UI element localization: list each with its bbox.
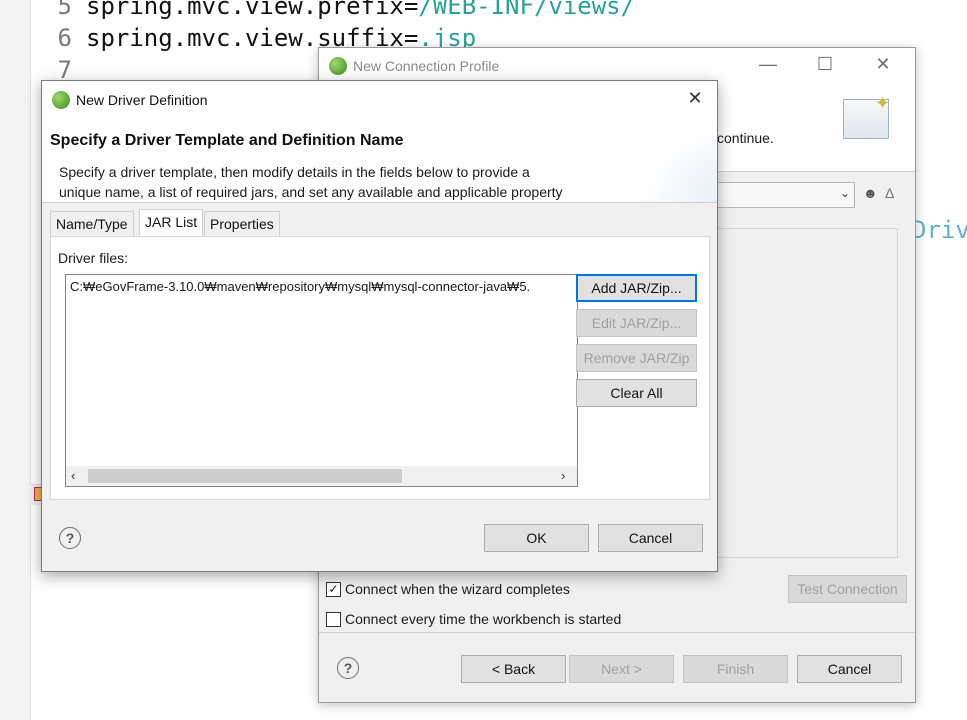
tab-jar-list[interactable]: JAR List bbox=[139, 209, 204, 237]
driver-description-line1: Specify a driver template, then modify d… bbox=[59, 164, 530, 180]
clear-all-button[interactable]: Clear All bbox=[576, 379, 697, 407]
new-driver-icon[interactable]: ☻ bbox=[863, 185, 878, 201]
scroll-right-icon[interactable]: › bbox=[561, 468, 565, 483]
tab-name-type[interactable]: Name/Type bbox=[50, 211, 134, 237]
app-leaf-icon bbox=[52, 91, 70, 109]
background-text-fragment: Driv bbox=[912, 216, 967, 244]
banner-message: continue. bbox=[717, 130, 774, 146]
profile-cancel-button[interactable]: Cancel bbox=[797, 655, 902, 683]
connect-on-start-label: Connect every time the workbench is star… bbox=[345, 611, 622, 627]
scroll-left-icon[interactable]: ‹ bbox=[71, 468, 75, 483]
driver-title: New Driver Definition bbox=[76, 92, 208, 108]
help-icon[interactable]: ? bbox=[337, 657, 359, 679]
connect-on-start-checkbox[interactable] bbox=[326, 612, 341, 627]
driver-heading: Specify a Driver Template and Definition… bbox=[50, 132, 404, 149]
scrollbar-thumb[interactable] bbox=[88, 469, 402, 483]
next-button[interactable]: Next > bbox=[569, 655, 674, 683]
maximize-icon[interactable]: ☐ bbox=[810, 54, 840, 75]
editor-gutter bbox=[0, 0, 31, 720]
new-driver-definition-dialog: New Driver Definition ✕ Specify a Driver… bbox=[41, 80, 718, 572]
tab-properties[interactable]: Properties bbox=[204, 211, 280, 237]
sparkle-icon: ✦ bbox=[875, 93, 891, 113]
close-icon[interactable]: ✕ bbox=[868, 54, 898, 75]
properties-panel bbox=[699, 228, 898, 558]
footer-divider bbox=[319, 632, 915, 633]
driver-titlebar: New Driver Definition ✕ bbox=[42, 81, 717, 118]
close-icon[interactable]: ✕ bbox=[680, 88, 710, 109]
connect-on-complete-checkbox[interactable]: ✓ bbox=[326, 582, 341, 597]
edit-jar-button[interactable]: Edit JAR/Zip... bbox=[576, 309, 697, 337]
back-button[interactable]: < Back bbox=[461, 655, 566, 683]
add-jar-button[interactable]: Add JAR/Zip... bbox=[576, 274, 697, 302]
edit-driver-icon[interactable]: Δ bbox=[885, 185, 894, 201]
tab-bar: Name/Type JAR List Properties bbox=[50, 209, 708, 237]
minimize-icon[interactable]: — bbox=[753, 54, 783, 75]
finish-button[interactable]: Finish bbox=[683, 655, 788, 683]
remove-jar-button[interactable]: Remove JAR/Zip bbox=[576, 344, 697, 372]
driver-files-label: Driver files: bbox=[58, 250, 129, 266]
list-item[interactable]: C:₩eGovFrame-3.10.0₩maven₩repository₩mys… bbox=[70, 279, 530, 294]
driver-description-line2: unique name, a list of required jars, an… bbox=[59, 184, 563, 200]
ok-button[interactable]: OK bbox=[484, 524, 589, 552]
profile-title: New Connection Profile bbox=[353, 58, 500, 74]
driver-cancel-button[interactable]: Cancel bbox=[598, 524, 703, 552]
header-decoration bbox=[637, 118, 717, 202]
driver-files-list[interactable]: C:₩eGovFrame-3.10.0₩maven₩repository₩mys… bbox=[65, 274, 578, 487]
jar-list-panel: Driver files: C:₩eGovFrame-3.10.0₩maven₩… bbox=[50, 236, 710, 500]
test-connection-button[interactable]: Test Connection bbox=[788, 575, 907, 603]
driver-header: Specify a Driver Template and Definition… bbox=[42, 118, 717, 203]
app-leaf-icon bbox=[329, 57, 347, 75]
code-line-5: 5 spring.mvc.view.prefix=/WEB-INF/views/ bbox=[57, 0, 636, 20]
connect-on-complete-label: Connect when the wizard completes bbox=[345, 581, 570, 597]
chevron-down-icon: ⌄ bbox=[839, 186, 850, 200]
help-icon[interactable]: ? bbox=[59, 527, 81, 549]
driver-combo[interactable]: ⌄ bbox=[699, 182, 855, 208]
horizontal-scrollbar[interactable]: ‹ › bbox=[66, 466, 577, 486]
